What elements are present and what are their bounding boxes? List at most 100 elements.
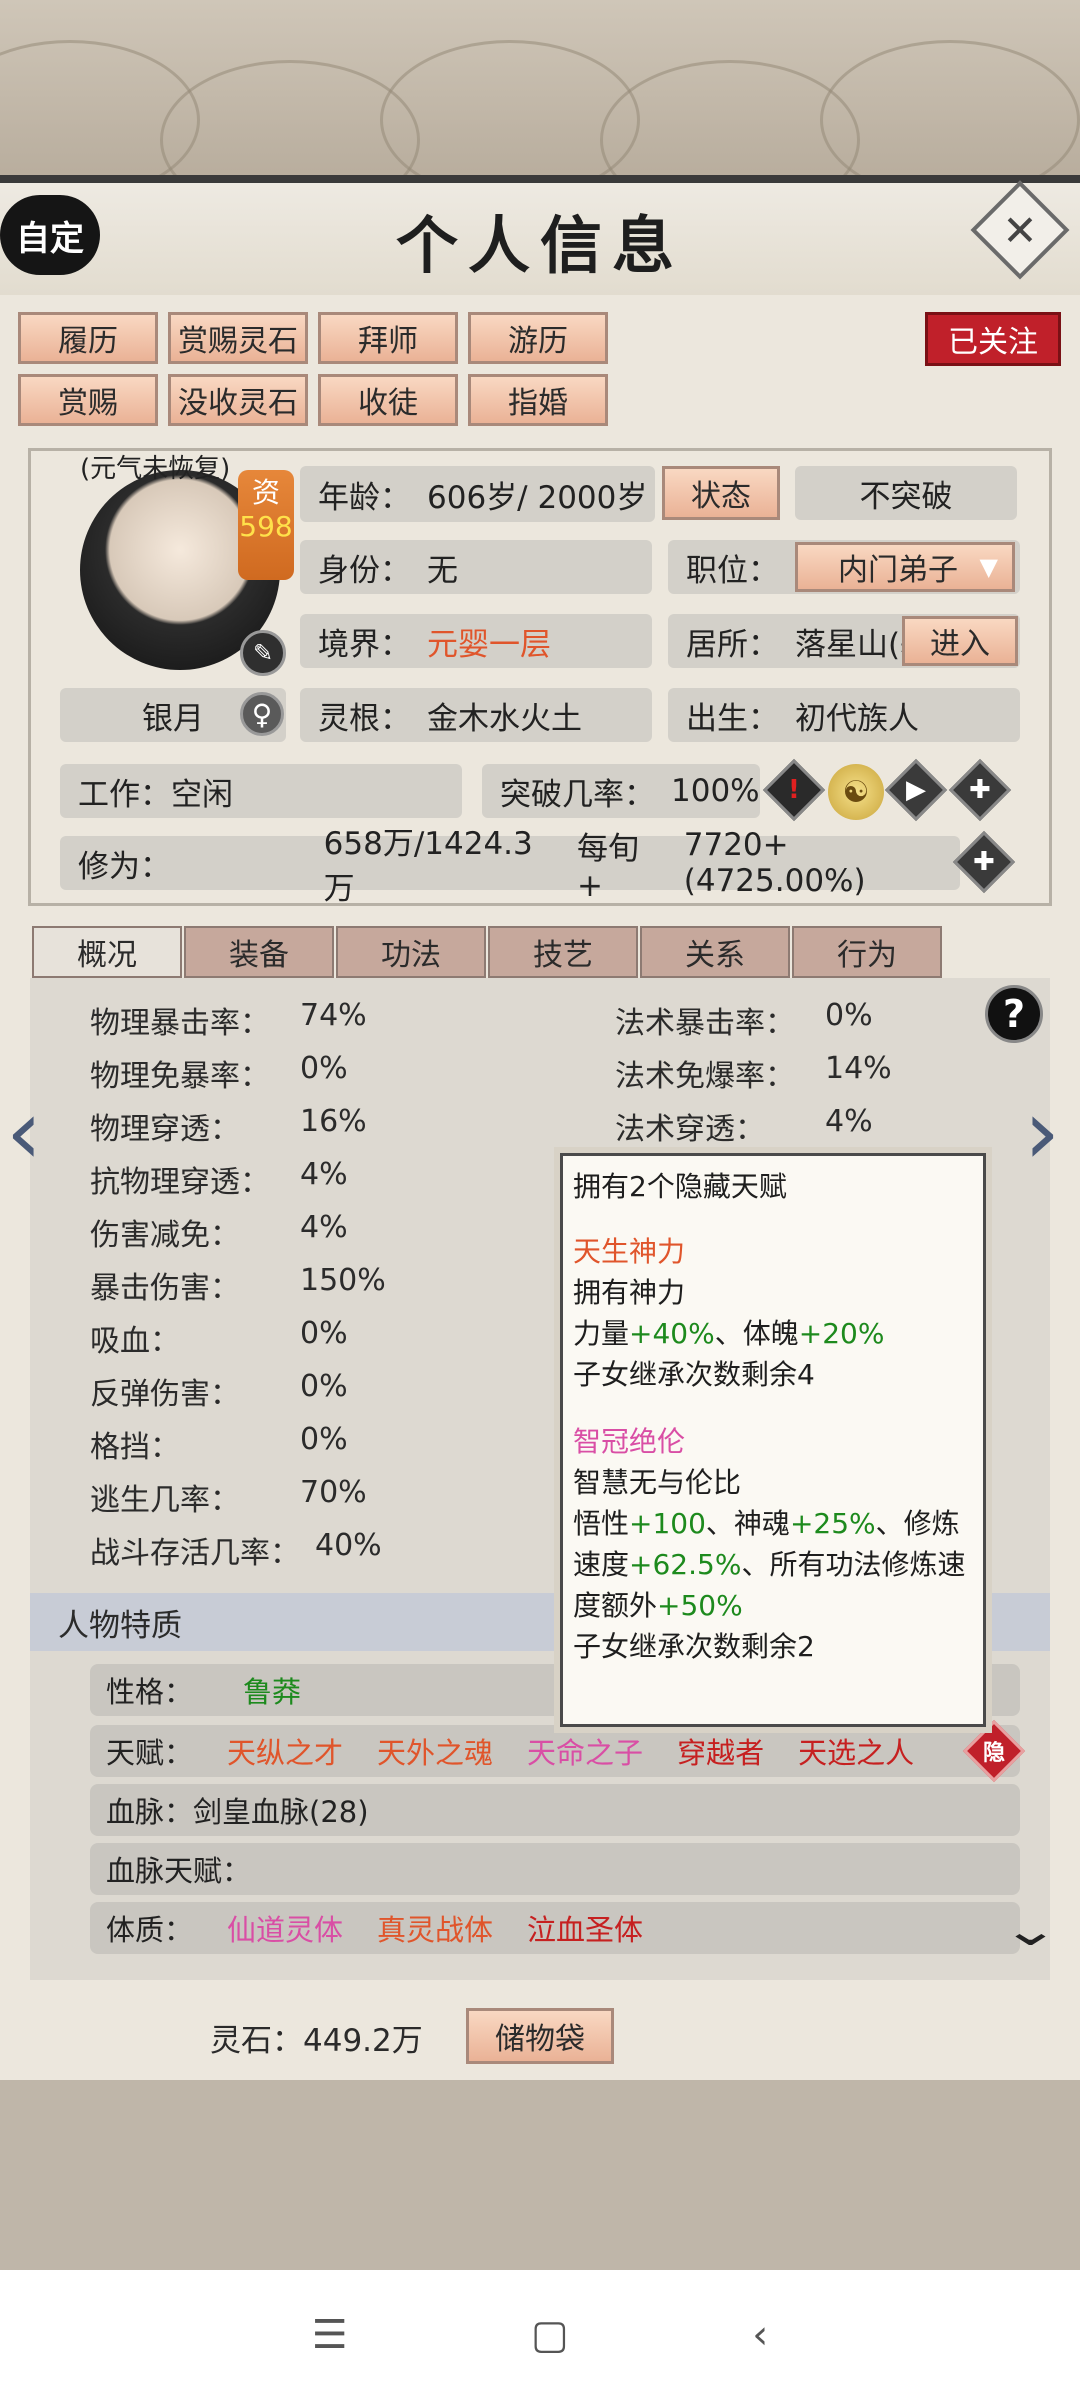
stat-value: 74% — [300, 998, 367, 1033]
chevron-down-icon: ▼ — [979, 553, 998, 581]
talent-item[interactable]: 天选之人 — [798, 1730, 914, 1772]
reward-button[interactable]: 赏赐 — [18, 374, 158, 426]
confiscate-stones-button[interactable]: 没收灵石 — [168, 374, 308, 426]
meditation-icon[interactable]: ☯ — [828, 764, 884, 820]
physique-row: 体质： 仙道灵体 真灵战体 泣血圣体 — [90, 1902, 1020, 1954]
identity-field: 身份： 无 — [300, 540, 652, 594]
physique-item[interactable]: 泣血圣体 — [527, 1907, 643, 1949]
per-turn-label: 每旬+ — [576, 830, 639, 904]
cultivation-label: 修为： — [78, 848, 171, 885]
tab-equipment[interactable]: 装备 — [184, 926, 334, 978]
physique-label: 体质： — [106, 1913, 194, 1947]
spirit-root-label: 灵根： — [318, 700, 411, 737]
talent-item[interactable]: 天命之子 — [527, 1730, 643, 1772]
apprentice-button[interactable]: 拜师 — [318, 312, 458, 364]
stat-label: 物理暴击率： — [90, 1006, 270, 1041]
breakthrough-rate-field: 突破几率： 100% — [482, 764, 760, 818]
next-arrow-icon[interactable]: › — [1024, 1080, 1060, 1185]
tooltip-talent-inherit: 子女继承次数剩余4 — [573, 1358, 815, 1391]
talent-row: 天赋： 天纵之才 天外之魂 天命之子 穿越者 天选之人 — [90, 1725, 1020, 1777]
spirit-stone-value: 449.2万 — [303, 2023, 423, 2059]
stat-value: 4% — [825, 1104, 873, 1139]
bloodline-talent-label: 血脉天赋： — [106, 1854, 252, 1888]
stat-label: 暴击伤害： — [90, 1271, 240, 1306]
bloodline-talent-row: 血脉天赋： — [90, 1843, 1020, 1895]
position-dropdown[interactable]: 内门弟子 ▼ — [795, 542, 1015, 592]
scroll-down-icon[interactable]: ⌄ — [1001, 1905, 1060, 1956]
realm-field: 境界： 元婴一层 — [300, 614, 652, 668]
tooltip-talent-desc: 智慧无与伦比 — [573, 1466, 742, 1499]
page-title: 个人信息 — [395, 209, 684, 282]
breakthrough-mode-button[interactable]: 不突破 — [795, 466, 1017, 520]
help-icon[interactable]: ? — [985, 985, 1043, 1043]
bloodline-row: 血脉： 剑皇血脉(28) — [90, 1784, 1020, 1836]
birth-field: 出生： 初代族人 — [668, 688, 1020, 742]
stat-label: 反弹伤害： — [90, 1377, 240, 1412]
spirit-stone-display: 灵石：449.2万 — [210, 2015, 423, 2060]
physique-item[interactable]: 真灵战体 — [377, 1907, 493, 1949]
bloodline-label: 血脉： — [106, 1795, 194, 1829]
age-label: 年龄： — [318, 479, 411, 516]
residence-label: 居所： — [686, 626, 779, 663]
tab-relations[interactable]: 关系 — [640, 926, 790, 978]
arrange-marriage-button[interactable]: 指婚 — [468, 374, 608, 426]
physique-item[interactable]: 仙道灵体 — [227, 1907, 343, 1949]
cultivation-field: 修为： 658万/1424.3万 每旬+ 7720+(4725.00%) — [60, 826, 960, 907]
top-decoration — [0, 0, 1080, 220]
reward-stones-button[interactable]: 赏赐灵石 — [168, 312, 308, 364]
aptitude-label: 资 — [251, 476, 280, 509]
tooltip-title: 拥有2个隐藏天赋 — [573, 1170, 787, 1203]
tooltip-talent-desc: 拥有神力 — [573, 1276, 686, 1309]
stat-label: 法术免爆率： — [615, 1059, 795, 1094]
state-button[interactable]: 状态 — [662, 466, 780, 520]
talent-item[interactable]: 穿越者 — [677, 1730, 764, 1772]
avatar-status: (元气未恢复) — [80, 454, 231, 484]
realm-label: 境界： — [318, 626, 411, 663]
stat-label: 法术暴击率： — [615, 1006, 795, 1041]
bloodline-value: 剑皇血脉(28) — [193, 1795, 369, 1829]
spirit-root-value: 金木水火土 — [427, 700, 582, 737]
stat-label: 抗物理穿透： — [90, 1165, 270, 1200]
work-label: 工作： — [78, 776, 171, 813]
spirit-root-field: 灵根： 金木水火土 — [300, 688, 652, 742]
resume-button[interactable]: 履历 — [18, 312, 158, 364]
enter-button[interactable]: 进入 — [902, 616, 1018, 666]
auto-button[interactable]: 自定 — [0, 195, 100, 275]
menu-icon[interactable]: ☰ — [312, 2312, 348, 2358]
talent-item[interactable]: 天外之魂 — [377, 1730, 493, 1772]
birth-label: 出生： — [686, 700, 779, 737]
follow-badge[interactable]: 已关注 — [925, 312, 1061, 366]
stat-value: 4% — [300, 1210, 348, 1245]
tab-overview[interactable]: 概况 — [32, 926, 182, 978]
tab-techniques[interactable]: 功法 — [336, 926, 486, 978]
tooltip-talent-name: 天生神力 — [573, 1235, 686, 1268]
stat-label: 物理穿透： — [90, 1112, 240, 1147]
hidden-talent-tooltip: 拥有2个隐藏天赋 天生神力 拥有神力 力量+40%、体魄+20% 子女继承次数剩… — [554, 1147, 992, 1733]
take-disciple-button[interactable]: 收徒 — [318, 374, 458, 426]
aptitude-badge: 资 598 — [238, 470, 294, 580]
talent-item[interactable]: 天纵之才 — [227, 1730, 343, 1772]
birth-value: 初代族人 — [795, 700, 919, 737]
close-icon: ✕ — [1002, 205, 1038, 255]
hidden-talent-label: 隐 — [982, 1740, 1006, 1766]
identity-value: 无 — [427, 552, 458, 589]
stat-value: 0% — [825, 998, 873, 1033]
home-icon[interactable]: ▢ — [531, 2312, 569, 2358]
edit-icon[interactable]: ✎ — [240, 630, 286, 676]
back-icon[interactable]: ‹ — [752, 2312, 768, 2358]
identity-label: 身份： — [318, 552, 411, 589]
stat-value: 40% — [315, 1528, 382, 1563]
tab-behavior[interactable]: 行为 — [792, 926, 942, 978]
spirit-stone-label: 灵石： — [210, 2023, 303, 2059]
tab-skills[interactable]: 技艺 — [488, 926, 638, 978]
character-name-text: 银月 — [142, 700, 204, 737]
position-label: 职位： — [686, 552, 779, 589]
stat-label: 逃生几率： — [90, 1483, 240, 1518]
tooltip-talent-inherit: 子女继承次数剩余2 — [573, 1630, 815, 1663]
age-field: 年龄： 606岁/ 2000岁 — [300, 466, 655, 522]
storage-bag-button[interactable]: 储物袋 — [466, 2008, 614, 2064]
prev-arrow-icon[interactable]: ‹ — [6, 1080, 42, 1185]
female-icon: ♀ — [240, 692, 284, 736]
aptitude-value: 598 — [239, 510, 293, 543]
travel-button[interactable]: 游历 — [468, 312, 608, 364]
